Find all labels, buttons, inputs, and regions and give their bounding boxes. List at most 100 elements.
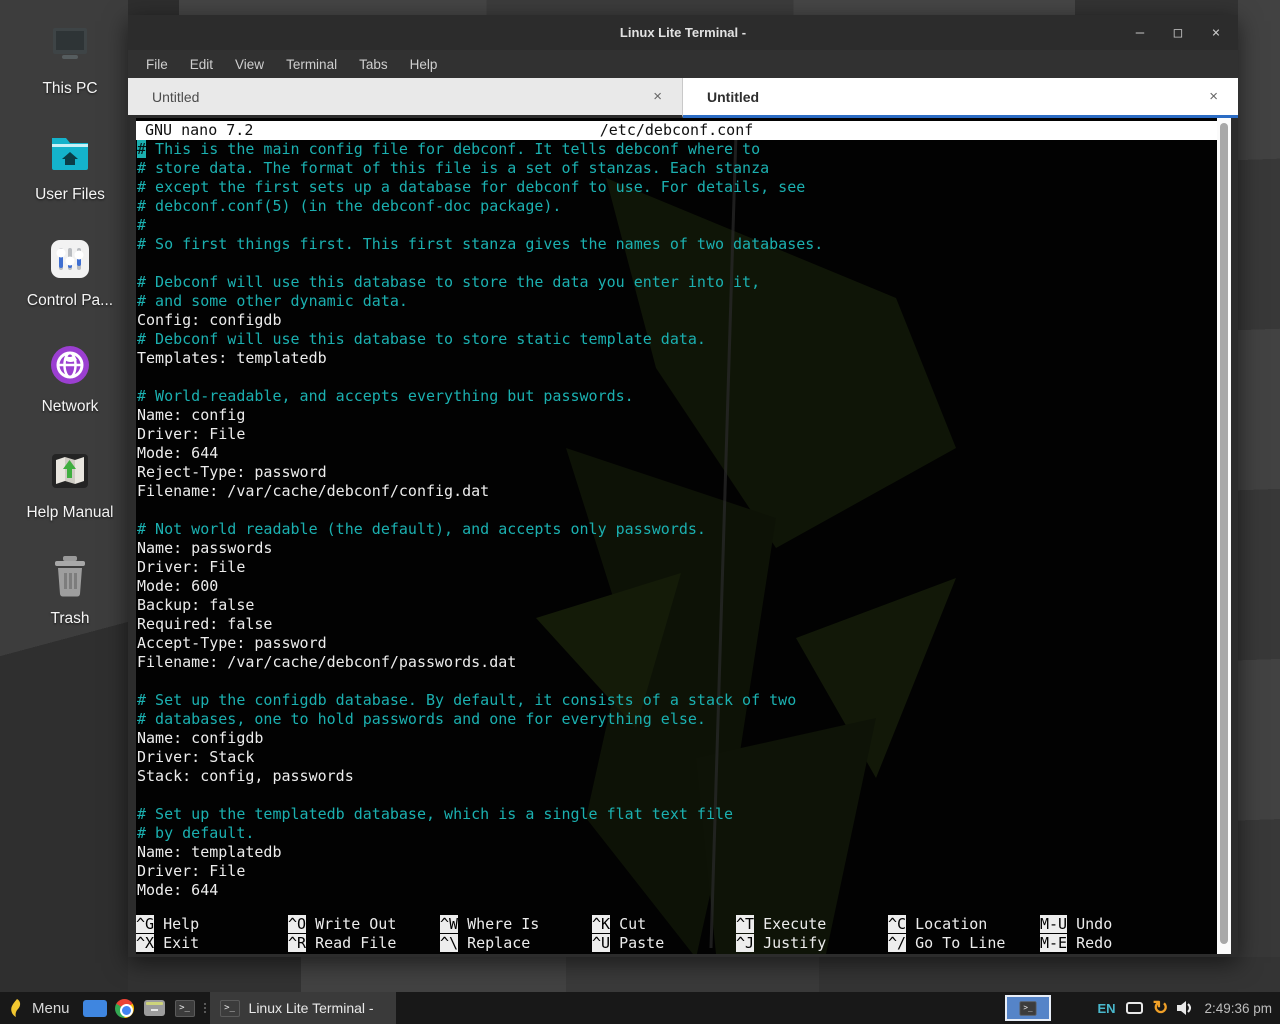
nano-editor: GNU nano 7.2 /etc/debconf.conf # This is… (136, 118, 1217, 954)
network-globe-icon (45, 340, 95, 390)
close-button[interactable]: × (1208, 25, 1224, 41)
show-desktop-button[interactable] (80, 992, 110, 1024)
desktop-icon-label: Network (42, 398, 99, 416)
tab-untitled-1[interactable]: Untitled × (128, 78, 683, 118)
terminal-line: Name: passwords (137, 539, 1217, 558)
control-panel-icon (45, 234, 95, 284)
tab-untitled-2[interactable]: Untitled × (683, 78, 1238, 118)
terminal-line: # Not world readable (the default), and … (137, 520, 1217, 539)
terminal-screen[interactable]: GNU nano 7.2 /etc/debconf.conf # This is… (136, 118, 1217, 954)
wallpaper-facet (128, 957, 1280, 993)
nano-shortcut: ^R Read File (288, 934, 440, 953)
terminal-line: Filename: /var/cache/debconf/passwords.d… (137, 653, 1217, 672)
terminal-line: Reject-Type: password (137, 463, 1217, 482)
editor-text[interactable]: # This is the main config file for debco… (136, 140, 1217, 915)
panel-grip-handle[interactable] (200, 992, 210, 1024)
menu-help[interactable]: Help (410, 57, 438, 72)
window-title: Linux Lite Terminal - (128, 25, 1238, 40)
terminal-line: Accept-Type: password (137, 634, 1217, 653)
tab-label: Untitled (152, 89, 647, 105)
nano-shortcut: ^U Paste (592, 934, 736, 953)
nano-shortcut: ^J Justify (736, 934, 888, 953)
terminal-line: # Debconf will use this database to stor… (137, 273, 1217, 292)
nano-shortcut: ^G Help (136, 915, 288, 934)
desktop-icon-label: Help Manual (26, 504, 113, 522)
terminal-line: Name: config (137, 406, 1217, 425)
nano-header: GNU nano 7.2 /etc/debconf.conf (136, 121, 1217, 140)
terminal-line: Mode: 600 (137, 577, 1217, 596)
taskbar-window-button[interactable]: >_ Linux Lite Terminal - (210, 992, 396, 1024)
terminal-line: # This is the main config file for debco… (137, 140, 1217, 159)
terminal-line: # except the first sets up a database fo… (137, 178, 1217, 197)
menu-button[interactable]: Menu (0, 992, 80, 1024)
nano-file-path: /etc/debconf.conf (136, 121, 1217, 140)
terminal-line: Config: configdb (137, 311, 1217, 330)
terminal-line: # (137, 216, 1217, 235)
wallpaper-facet (0, 0, 1280, 16)
terminal-line: Driver: File (137, 558, 1217, 577)
terminal-line: # store data. The format of this file is… (137, 159, 1217, 178)
terminal-line: Driver: File (137, 425, 1217, 444)
menu-button-label: Menu (32, 1000, 70, 1017)
desktop-icon-column: This PC User Files (8, 22, 132, 628)
computer-icon (45, 22, 95, 72)
updates-icon[interactable]: ↻ (1153, 999, 1169, 1018)
menu-terminal[interactable]: Terminal (286, 57, 337, 72)
nano-shortcut: M-E Redo (1040, 934, 1217, 953)
clock[interactable]: 2:49:36 pm (1204, 1001, 1272, 1016)
terminal-line: Required: false (137, 615, 1217, 634)
terminal-icon: >_ (1020, 1001, 1037, 1015)
nano-shortcut: ^T Execute (736, 915, 888, 934)
scrollbar-thumb[interactable] (1220, 123, 1228, 944)
desktop-icon-network[interactable]: Network (8, 340, 132, 416)
desktop: This PC User Files (0, 0, 1280, 1024)
minimize-button[interactable]: – (1132, 25, 1148, 41)
nano-shortcut-bar: ^G Help^O Write Out^W Where Is^K Cut^T E… (136, 915, 1217, 953)
show-desktop-icon (83, 1000, 107, 1017)
nano-shortcut: ^\ Replace (440, 934, 592, 953)
tab-label: Untitled (707, 89, 1203, 105)
keyboard-language-indicator[interactable]: EN (1097, 1001, 1115, 1016)
volume-icon[interactable] (1176, 1000, 1194, 1016)
terminal-line (137, 254, 1217, 273)
terminal-line: # World-readable, and accepts everything… (137, 387, 1217, 406)
menu-view[interactable]: View (235, 57, 264, 72)
maximize-button[interactable]: □ (1170, 25, 1186, 41)
workspace-pager[interactable]: >_ (1005, 995, 1051, 1021)
terminal-line: Mode: 644 (137, 444, 1217, 463)
terminal-line: # Debconf will use this database to stor… (137, 330, 1217, 349)
terminal-line (137, 786, 1217, 805)
desktop-icon-this-pc[interactable]: This PC (8, 22, 132, 98)
terminal-line: # by default. (137, 824, 1217, 843)
desktop-icon-trash[interactable]: Trash (8, 552, 132, 628)
chrome-launcher[interactable] (110, 992, 140, 1024)
desktop-icon-user-files[interactable]: User Files (8, 128, 132, 204)
taskbar-right: >_ EN ↻ 2:49:36 pm (1005, 992, 1280, 1024)
terminal-line: Templates: templatedb (137, 349, 1217, 368)
terminal-line: Mode: 644 (137, 881, 1217, 900)
menu-file[interactable]: File (146, 57, 168, 72)
tab-close-icon[interactable]: × (647, 88, 668, 105)
terminal-line (137, 368, 1217, 387)
file-manager-launcher[interactable] (140, 992, 170, 1024)
display-icon[interactable] (1126, 1002, 1143, 1014)
taskbar: Menu >_ >_ Linux Lite Terminal - >_ EN ↻ (0, 992, 1280, 1024)
terminal-line: # debconf.conf(5) (in the debconf-doc pa… (137, 197, 1217, 216)
tab-bar: Untitled × Untitled × (128, 78, 1238, 118)
terminal-launcher[interactable]: >_ (170, 992, 200, 1024)
menu-edit[interactable]: Edit (190, 57, 213, 72)
nano-shortcut: ^/ Go To Line (888, 934, 1040, 953)
terminal-scrollbar[interactable] (1217, 118, 1231, 954)
desktop-icon-help-manual[interactable]: Help Manual (8, 446, 132, 522)
window-titlebar[interactable]: Linux Lite Terminal - – □ × (128, 15, 1238, 50)
terminal-line: Name: templatedb (137, 843, 1217, 862)
nano-shortcut: M-U Undo (1040, 915, 1217, 934)
terminal-line: Name: configdb (137, 729, 1217, 748)
menu-tabs[interactable]: Tabs (359, 57, 388, 72)
nano-shortcut: ^X Exit (136, 934, 288, 953)
text-cursor: # (137, 140, 146, 158)
window-buttons: – □ × (1132, 15, 1224, 50)
linux-lite-logo-icon (8, 998, 24, 1018)
desktop-icon-control-panel[interactable]: Control Pa... (8, 234, 132, 310)
tab-close-icon[interactable]: × (1203, 88, 1224, 105)
